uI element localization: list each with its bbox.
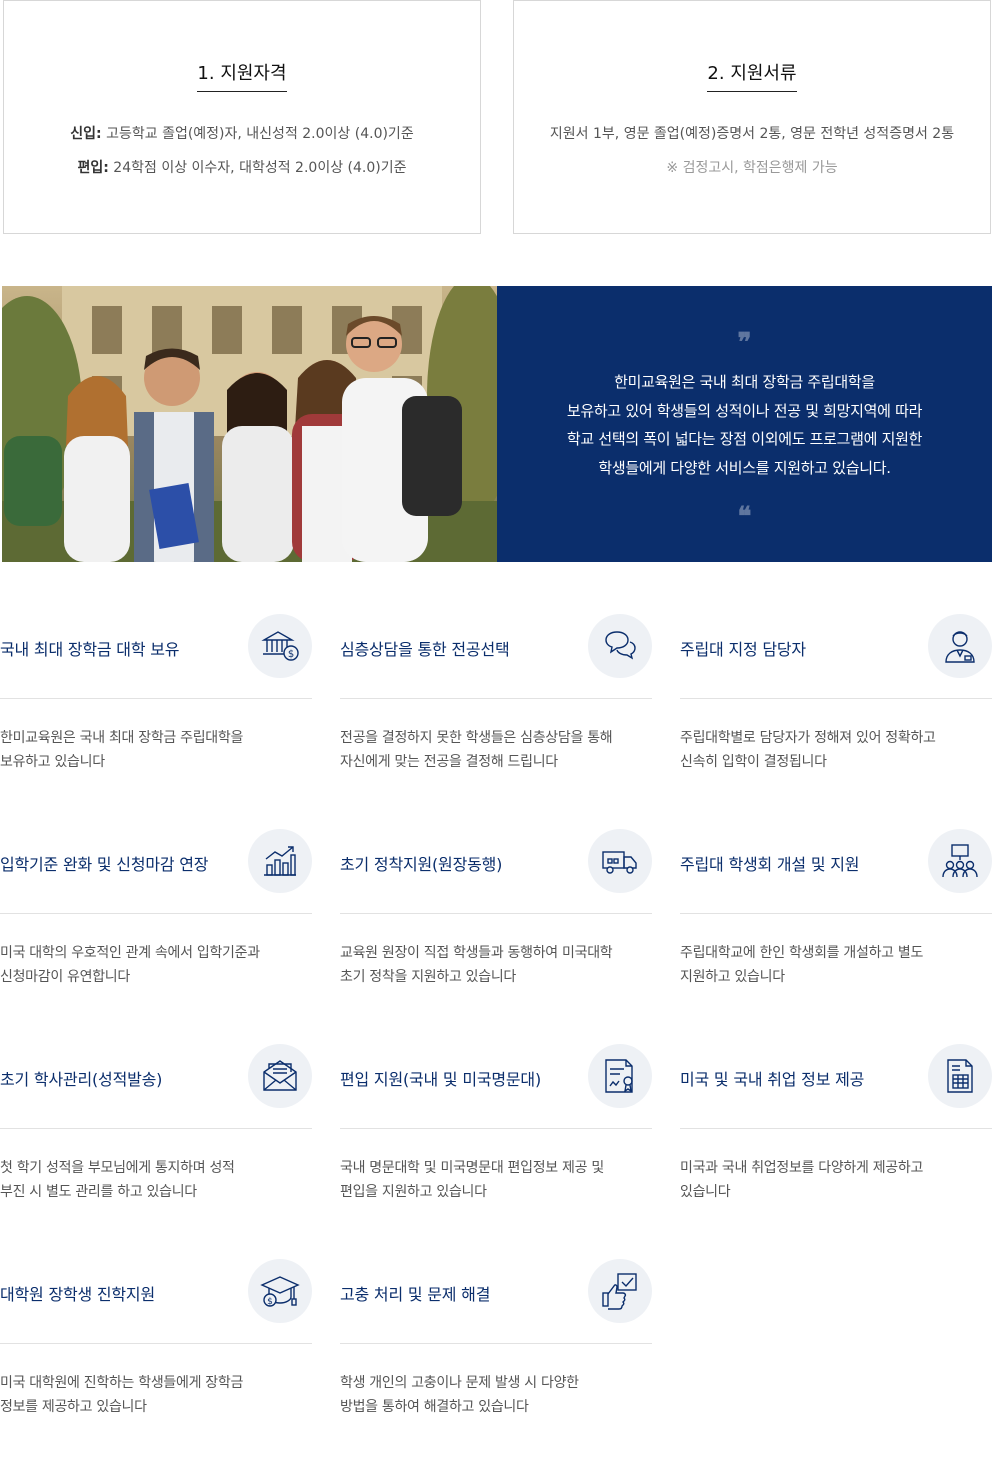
feature-title: 주립대 학생회 개설 및 지원 (680, 855, 860, 874)
feature-title: 편입 지원(국내 및 미국명문대) (340, 1070, 541, 1089)
feature-item: 대학원 장학생 진학지원 $ 미국 대학원에 진학하는 학생들에게 장학금 정보를… (0, 1259, 312, 1459)
graduation-cap-icon: $ (248, 1259, 312, 1323)
feature-divider (680, 913, 992, 914)
svg-text:$: $ (288, 649, 294, 660)
feature-item: 편입 지원(국내 및 미국명문대) 국내 명문대학 및 미국명문대 편입정보 제… (340, 1044, 652, 1244)
bank-money-icon: $ (248, 614, 312, 678)
certificate-icon (588, 1044, 652, 1108)
feature-item: 주립대 학생회 개설 및 지원 주립대학교에 한인 학생회를 개설하고 별도 지원… (680, 829, 992, 1029)
document-calculator-icon (928, 1044, 992, 1108)
feature-description: 미국 대학의 우호적인 관계 속에서 입학기준과 신청마감이 유연합니다 (0, 945, 260, 985)
bar-chart-up-icon (248, 829, 312, 893)
feature-description: 학생 개인의 고충이나 문제 발생 시 다양한 방법을 통하여 해결하고 있습니다 (340, 1375, 579, 1415)
feature-description: 미국과 국내 취업정보를 다양하게 제공하고 있습니다 (680, 1160, 924, 1200)
quote-close-icon: ❝ (737, 502, 752, 532)
feature-item: 주립대 지정 담당자 주립대학별로 담당자가 정해져 있어 정확하고 신속히 입학… (680, 614, 992, 814)
svg-text:$: $ (267, 1297, 273, 1307)
feature-divider (0, 1128, 312, 1129)
feature-item: 초기 정착지원(원장동행) 교육원 원장이 직접 학생들과 동행하여 미국대학 초… (340, 829, 652, 1029)
feature-divider (340, 1343, 652, 1344)
feature-divider (680, 1128, 992, 1129)
feature-title: 국내 최대 장학금 대학 보유 (0, 640, 180, 659)
eligibility-title: 1. 지원자격 (4, 59, 480, 92)
feature-title: 초기 학사관리(성적발송) (0, 1070, 163, 1089)
feature-title: 초기 정착지원(원장동행) (340, 855, 503, 874)
feature-title: 심층상담을 통한 전공선택 (340, 640, 510, 659)
feature-title: 고충 처리 및 문제 해결 (340, 1285, 491, 1304)
students-photo (2, 286, 497, 562)
feature-item: 미국 및 국내 취업 정보 제공 미국과 국내 취업정보를 다양하게 제공하고 있… (680, 1044, 992, 1244)
feature-description: 주립대학교에 한인 학생회를 개설하고 별도 지원하고 있습니다 (680, 945, 924, 985)
eligibility-box: 1. 지원자격 신입: 고등학교 졸업(예정)자, 내신성적 2.0이상 (4.… (3, 0, 481, 234)
documents-title: 2. 지원서류 (514, 59, 990, 92)
documents-box: 2. 지원서류 지원서 1부, 영문 졸업(예정)증명서 2통, 영문 전학년 … (513, 0, 991, 234)
person-icon (928, 614, 992, 678)
feature-divider (680, 698, 992, 699)
feature-item: 심층상담을 통한 전공선택 전공을 결정하지 못한 학생들은 심층상담을 통해 자… (340, 614, 652, 814)
feature-divider (0, 913, 312, 914)
intro-banner: ❞ 한미교육원은 국내 최대 장학금 주립대학을 보유하고 있어 학생들의 성적… (2, 286, 992, 562)
feature-item: 초기 학사관리(성적발송) 첫 학기 성적을 부모님에게 통지하며 성적 부진 시… (0, 1044, 312, 1244)
documents-line: 지원서 1부, 영문 졸업(예정)증명서 2통, 영문 전학년 성적증명서 2통 (549, 126, 955, 142)
feature-item: 국내 최대 장학금 대학 보유 $ 한미교육원은 국내 최대 장학금 주립대학을… (0, 614, 312, 814)
feature-description: 국내 명문대학 및 미국명문대 편입정보 제공 및 편입을 지원하고 있습니다 (340, 1160, 604, 1200)
feature-description: 교육원 원장이 직접 학생들과 동행하여 미국대학 초기 정착을 지원하고 있습니… (340, 945, 613, 985)
intro-quote-text: 한미교육원은 국내 최대 장학금 주립대학을 보유하고 있어 학생들의 성적이나… (566, 373, 923, 477)
truck-icon (588, 829, 652, 893)
eligibility-transfer-line: 편입: 24학점 이상 이수자, 대학성적 2.0이상 (4.0)기준 (77, 160, 407, 176)
envelope-letter-icon (248, 1044, 312, 1108)
feature-item: 고충 처리 및 문제 해결 학생 개인의 고충이나 문제 발생 시 다양한 방법을… (340, 1259, 652, 1459)
feature-title: 미국 및 국내 취업 정보 제공 (680, 1070, 865, 1089)
feature-description: 주립대학별로 담당자가 정해져 있어 정확하고 신속히 입학이 결정됩니다 (680, 730, 936, 770)
feature-divider (0, 698, 312, 699)
feature-description: 전공을 결정하지 못한 학생들은 심층상담을 통해 자신에게 맞는 전공을 결정해… (340, 730, 613, 770)
feature-item: 입학기준 완화 및 신청마감 연장 미국 대학의 우호적인 관계 속에서 입학기… (0, 829, 312, 1029)
feature-description: 한미교육원은 국내 최대 장학금 주립대학을 보유하고 있습니다 (0, 730, 244, 770)
feature-title: 대학원 장학생 진학지원 (0, 1285, 155, 1304)
eligibility-new-line: 신입: 고등학교 졸업(예정)자, 내신성적 2.0이상 (4.0)기준 (70, 126, 414, 142)
quote-open-icon: ❞ (737, 328, 752, 358)
feature-divider (340, 1128, 652, 1129)
chat-bubbles-icon (588, 614, 652, 678)
group-board-icon (928, 829, 992, 893)
feature-divider (340, 913, 652, 914)
feature-divider (0, 1343, 312, 1344)
feature-divider (340, 698, 652, 699)
thumbs-up-check-icon (588, 1259, 652, 1323)
feature-title: 입학기준 완화 및 신청마감 연장 (0, 855, 209, 874)
intro-quote-panel: ❞ 한미교육원은 국내 최대 장학금 주립대학을 보유하고 있어 학생들의 성적… (497, 286, 992, 562)
documents-note: ※ 검정고시, 학점은행제 가능 (666, 160, 838, 176)
feature-description: 첫 학기 성적을 부모님에게 통지하며 성적 부진 시 별도 관리를 하고 있습니… (0, 1160, 235, 1200)
feature-description: 미국 대학원에 진학하는 학생들에게 장학금 정보를 제공하고 있습니다 (0, 1375, 244, 1415)
feature-title: 주립대 지정 담당자 (680, 640, 806, 659)
